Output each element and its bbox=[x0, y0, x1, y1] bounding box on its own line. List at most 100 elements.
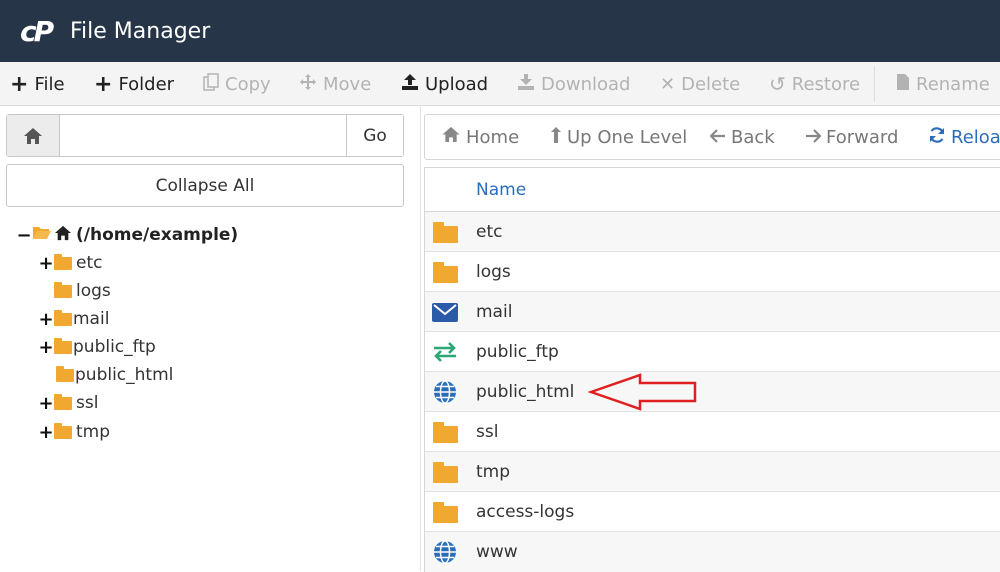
level-up-icon bbox=[550, 126, 562, 149]
folder-icon bbox=[432, 420, 458, 444]
name-column-header[interactable]: Name bbox=[476, 180, 526, 200]
transfer-icon bbox=[432, 340, 458, 364]
globe-icon bbox=[432, 380, 458, 404]
tree-item-label: public_ftp bbox=[73, 337, 156, 357]
tree-item-public-ftp[interactable]: + public_ftp bbox=[38, 333, 156, 361]
upload-button[interactable]: Upload bbox=[401, 62, 488, 106]
table-row[interactable]: tmp bbox=[425, 452, 1000, 492]
restore-label: Restore bbox=[791, 73, 861, 95]
annotation-arrow bbox=[588, 373, 697, 411]
toolbar: + File + Folder Copy Move Upload Downloa… bbox=[0, 62, 1000, 106]
expand-toggle-icon[interactable]: + bbox=[38, 393, 54, 414]
restore-button[interactable]: ↺ Restore bbox=[769, 62, 860, 106]
app-header: cP File Manager bbox=[0, 0, 1000, 62]
file-name: mail bbox=[476, 301, 513, 322]
folder-icon bbox=[54, 253, 72, 270]
tree-item-public-html[interactable]: public_html bbox=[56, 361, 173, 389]
table-row[interactable]: public_html bbox=[425, 372, 1000, 412]
delete-button[interactable]: ✕ Delete bbox=[660, 62, 740, 106]
folder-icon bbox=[54, 422, 72, 439]
copy-button[interactable]: Copy bbox=[203, 62, 271, 106]
home-icon bbox=[54, 225, 72, 246]
home-icon bbox=[441, 126, 461, 148]
tree-item-label: tmp bbox=[76, 422, 111, 442]
upload-label: Upload bbox=[425, 73, 489, 95]
navigation-bar: Home Up One Level Back Forward Reloa bbox=[424, 114, 1000, 160]
plus-icon: + bbox=[10, 71, 29, 97]
tree-item-label: etc bbox=[76, 253, 103, 273]
collapse-toggle-icon[interactable]: − bbox=[16, 225, 32, 246]
forward-label: Forward bbox=[826, 126, 899, 148]
tree-item-ssl[interactable]: + ssl bbox=[38, 389, 98, 417]
path-search-group: Go bbox=[6, 114, 404, 157]
new-folder-button[interactable]: + Folder bbox=[94, 62, 174, 106]
tree-root-label: (/home/example) bbox=[76, 225, 239, 245]
nav-home-button[interactable]: Home bbox=[441, 115, 519, 159]
tree-item-logs[interactable]: logs bbox=[54, 277, 111, 305]
table-row[interactable]: www bbox=[425, 532, 1000, 572]
file-name: public_html bbox=[476, 381, 575, 402]
app-title: File Manager bbox=[70, 18, 211, 44]
folder-icon bbox=[432, 460, 458, 484]
reload-button[interactable]: Reloa bbox=[928, 115, 1000, 159]
panel-divider bbox=[420, 106, 421, 571]
table-row[interactable]: public_ftp bbox=[425, 332, 1000, 372]
table-row[interactable]: ssl bbox=[425, 412, 1000, 452]
up-one-level-button[interactable]: Up One Level bbox=[550, 115, 687, 159]
new-file-label: File bbox=[34, 73, 65, 95]
tree-item-tmp[interactable]: + tmp bbox=[38, 418, 110, 446]
table-row[interactable]: mail bbox=[425, 292, 1000, 332]
download-icon bbox=[517, 73, 535, 96]
tree-root[interactable]: − (/home/example) bbox=[16, 221, 238, 249]
new-file-button[interactable]: + File bbox=[10, 62, 65, 106]
file-name: etc bbox=[476, 221, 503, 242]
tree-item-label: logs bbox=[76, 281, 111, 301]
file-name: ssl bbox=[476, 421, 499, 442]
table-row[interactable]: etc bbox=[425, 212, 1000, 252]
tree-home-button[interactable] bbox=[7, 115, 60, 156]
tree-item-etc[interactable]: + etc bbox=[38, 249, 102, 277]
move-label: Move bbox=[323, 73, 372, 95]
table-row[interactable]: access-logs bbox=[425, 492, 1000, 532]
file-icon bbox=[896, 73, 910, 96]
back-button[interactable]: Back bbox=[709, 115, 775, 159]
expand-toggle-icon[interactable]: + bbox=[38, 309, 54, 330]
expand-toggle-icon[interactable]: + bbox=[38, 253, 54, 274]
rename-button[interactable]: Rename bbox=[896, 62, 990, 106]
close-icon: ✕ bbox=[660, 73, 676, 95]
folder-icon bbox=[54, 281, 72, 298]
move-button[interactable]: Move bbox=[299, 62, 371, 106]
new-folder-label: Folder bbox=[118, 73, 175, 95]
back-label: Back bbox=[731, 126, 775, 148]
nav-home-label: Home bbox=[466, 126, 520, 148]
file-name: public_ftp bbox=[476, 341, 559, 362]
globe-icon bbox=[432, 540, 458, 564]
tree-item-label: mail bbox=[73, 309, 110, 329]
undo-icon: ↺ bbox=[769, 72, 786, 96]
plus-icon: + bbox=[94, 71, 113, 97]
folder-icon bbox=[432, 220, 458, 244]
folder-icon bbox=[56, 365, 74, 382]
delete-label: Delete bbox=[681, 73, 741, 95]
forward-button[interactable]: Forward bbox=[805, 115, 898, 159]
reload-label: Reloa bbox=[951, 126, 1000, 148]
expand-toggle-icon[interactable]: + bbox=[38, 422, 54, 443]
upload-icon bbox=[401, 73, 419, 96]
tree-item-label: public_html bbox=[75, 365, 174, 385]
file-name: tmp bbox=[476, 461, 511, 482]
go-button[interactable]: Go bbox=[346, 115, 403, 156]
download-button[interactable]: Download bbox=[517, 62, 630, 106]
tree-item-mail[interactable]: + mail bbox=[38, 305, 109, 333]
table-header: Name bbox=[425, 167, 1000, 212]
tree-item-label: ssl bbox=[76, 393, 99, 413]
folder-icon bbox=[54, 337, 72, 354]
path-input[interactable] bbox=[60, 115, 346, 156]
folder-icon bbox=[432, 500, 458, 524]
move-icon bbox=[299, 73, 317, 96]
expand-toggle-icon[interactable]: + bbox=[38, 337, 54, 358]
arrow-left-icon bbox=[709, 127, 726, 148]
copy-icon bbox=[203, 72, 219, 96]
file-name: logs bbox=[476, 261, 511, 282]
table-row[interactable]: logs bbox=[425, 252, 1000, 292]
collapse-all-button[interactable]: Collapse All bbox=[6, 164, 404, 207]
